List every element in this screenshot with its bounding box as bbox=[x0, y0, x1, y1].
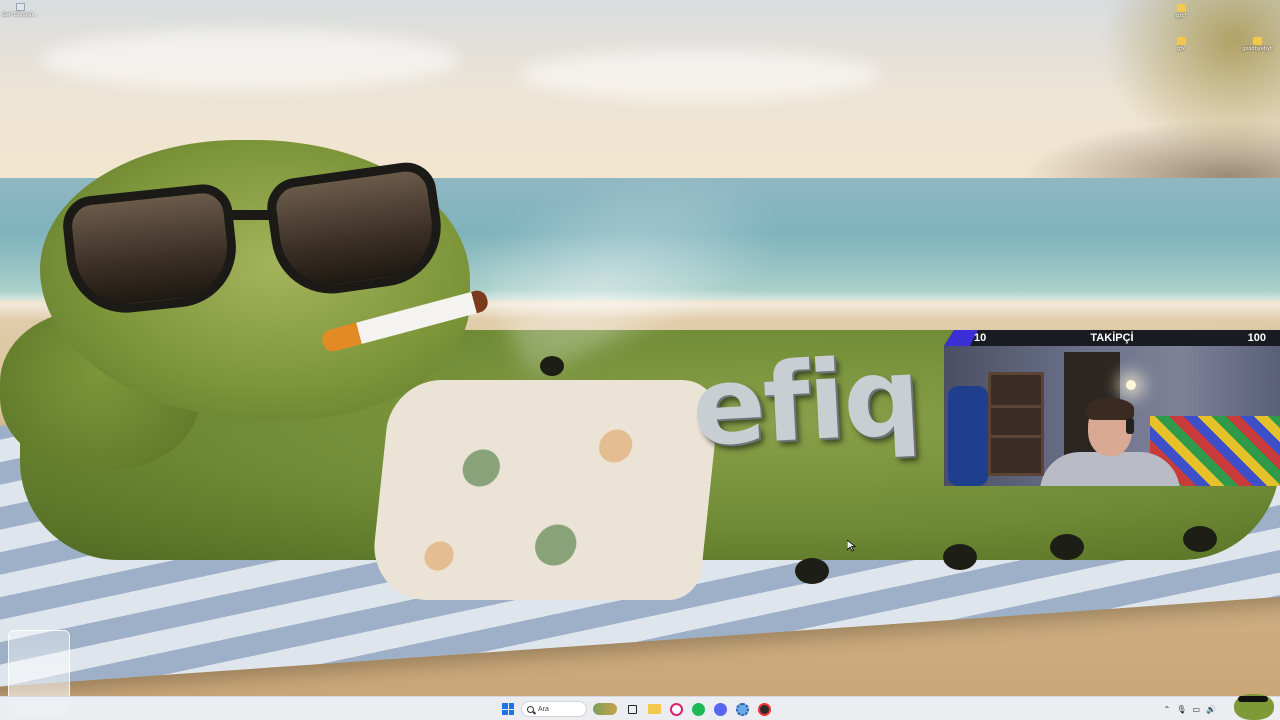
start-button[interactable] bbox=[499, 700, 517, 718]
creature-foot bbox=[540, 356, 564, 376]
streamer-hair bbox=[1086, 398, 1134, 420]
desktop-icon-label: goodbyebyt bbox=[1242, 46, 1272, 52]
desktop-icon-label: gzcf bbox=[1175, 13, 1187, 19]
volume-icon[interactable]: 🔊 bbox=[1206, 705, 1216, 714]
taskbar-search[interactable]: Ara bbox=[521, 701, 587, 717]
cloud bbox=[520, 50, 880, 100]
widgets-icon bbox=[593, 703, 617, 715]
task-view-icon bbox=[627, 704, 637, 714]
recycle-bin-icon bbox=[15, 3, 25, 11]
creature-foot bbox=[1050, 534, 1084, 560]
cloud bbox=[40, 30, 460, 90]
streamer bbox=[1040, 396, 1180, 486]
sunglasses-lens-right bbox=[263, 158, 449, 302]
desktop-icon-label: Geri Dönüşü... bbox=[2, 12, 38, 18]
display-icon[interactable]: ▭ bbox=[1192, 705, 1200, 714]
system-tray: ⌃ 🎙 ▭ 🔊 bbox=[1164, 699, 1216, 719]
start-icon bbox=[502, 703, 514, 715]
hoodie bbox=[1040, 452, 1180, 486]
taskbar-mascot-widget[interactable] bbox=[1232, 684, 1276, 720]
settings-button[interactable] bbox=[733, 700, 751, 718]
headset-icon bbox=[1126, 418, 1134, 434]
obs-button[interactable] bbox=[755, 700, 773, 718]
desktop-icon-folder[interactable]: gfx bbox=[1161, 37, 1201, 52]
lamp bbox=[1126, 380, 1136, 390]
shelf bbox=[988, 372, 1044, 476]
follower-goal-target: 100 bbox=[1247, 332, 1266, 344]
blue-jacket bbox=[948, 386, 988, 486]
mascot-sunglasses bbox=[1238, 696, 1268, 702]
discord-button[interactable] bbox=[711, 700, 729, 718]
wallpaper-brand-text: efiq bbox=[688, 334, 922, 471]
discord-icon bbox=[713, 702, 727, 716]
settings-icon bbox=[735, 702, 749, 716]
search-icon bbox=[527, 705, 534, 713]
sunglasses bbox=[46, 158, 456, 330]
search-placeholder: Ara bbox=[538, 705, 549, 713]
webcam-feed bbox=[944, 346, 1280, 486]
task-view-button[interactable] bbox=[623, 700, 641, 718]
desktop-icon-label: gfx bbox=[1177, 46, 1185, 52]
creature-foot bbox=[943, 544, 977, 570]
taskbar: Ara ⌃ 🎙 ▭ 🔊 bbox=[0, 696, 1280, 720]
widgets-button[interactable] bbox=[591, 700, 619, 718]
stream-webcam-overlay: 10 TAKİPÇİ 100 bbox=[944, 330, 1280, 486]
mouse-cursor-icon bbox=[847, 540, 856, 552]
spotify-button[interactable] bbox=[689, 700, 707, 718]
sunglasses-lens-left bbox=[60, 181, 242, 319]
folder-icon bbox=[1176, 4, 1186, 12]
folder-icon bbox=[1176, 37, 1186, 45]
spotify-icon bbox=[691, 702, 705, 716]
desktop-icon-folder[interactable]: goodbyebyt bbox=[1237, 37, 1277, 52]
folder-icon bbox=[1252, 37, 1262, 45]
opera-icon bbox=[669, 702, 683, 716]
chevron-up-icon[interactable]: ⌃ bbox=[1164, 705, 1171, 714]
taskbar-apps: Ara bbox=[499, 699, 773, 719]
floral-shorts bbox=[368, 380, 722, 600]
file-explorer-icon bbox=[647, 704, 661, 714]
creature-foot bbox=[795, 558, 829, 584]
follower-goal-label: TAKİPÇİ bbox=[1090, 332, 1134, 344]
microphone-icon[interactable]: 🎙 bbox=[1176, 705, 1186, 714]
obs-icon bbox=[757, 702, 771, 716]
creature-foot bbox=[1183, 526, 1217, 552]
desktop-icon-recycle-bin[interactable]: Geri Dönüşü... bbox=[0, 3, 40, 18]
palm-leaves bbox=[1080, 0, 1280, 180]
desktop-icon-folder[interactable]: gzcf bbox=[1161, 4, 1201, 19]
opera-button[interactable] bbox=[667, 700, 685, 718]
file-explorer-button[interactable] bbox=[645, 700, 663, 718]
